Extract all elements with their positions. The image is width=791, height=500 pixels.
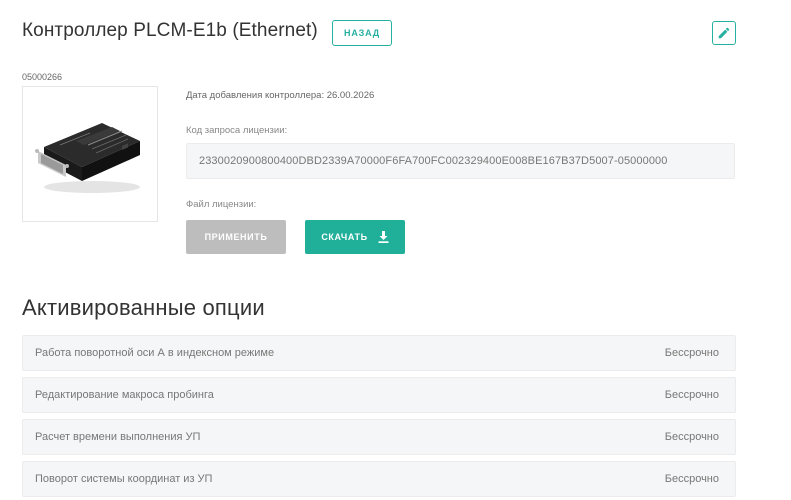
date-added: Дата добавления контроллера: 26.00.2026 bbox=[186, 90, 375, 101]
device-serial: 05000266 bbox=[22, 72, 63, 82]
option-status: Бессрочно bbox=[664, 473, 719, 485]
license-request-label: Код запроса лицензии: bbox=[186, 125, 288, 136]
list-item: Расчет времени выполнения УП Бессрочно bbox=[22, 419, 736, 455]
option-name: Расчет времени выполнения УП bbox=[35, 431, 201, 443]
pencil-icon bbox=[718, 27, 730, 39]
license-request-field[interactable]: 2330020900800400DBD2339A70000F6FA700FC00… bbox=[186, 143, 735, 179]
list-item: Поворот системы координат из УП Бессрочн… bbox=[22, 461, 736, 497]
option-name: Работа поворотной оси А в индексном режи… bbox=[35, 347, 275, 359]
page-title: Контроллер PLCM-E1b (Ethernet) bbox=[22, 20, 318, 41]
option-status: Бессрочно bbox=[664, 431, 719, 443]
options-title: Активированные опции bbox=[22, 295, 265, 320]
controller-device-image bbox=[35, 123, 140, 193]
list-item: Редактирование макроса пробинга Бессрочн… bbox=[22, 377, 736, 413]
option-status: Бессрочно bbox=[664, 347, 719, 359]
edit-button[interactable] bbox=[712, 21, 736, 45]
download-button-label: СКАЧАТЬ bbox=[321, 232, 368, 242]
back-button[interactable]: НАЗАД bbox=[332, 20, 392, 46]
product-image bbox=[22, 86, 158, 222]
option-status: Бессрочно bbox=[664, 389, 719, 401]
option-name: Поворот системы координат из УП bbox=[35, 473, 213, 485]
license-file-label: Файл лицензии: bbox=[186, 199, 257, 210]
download-icon bbox=[378, 231, 389, 243]
option-name: Редактирование макроса пробинга bbox=[35, 389, 214, 401]
list-item: Работа поворотной оси А в индексном режи… bbox=[22, 335, 736, 371]
apply-button[interactable]: ПРИМЕНИТЬ bbox=[186, 220, 286, 254]
options-list: Работа поворотной оси А в индексном режи… bbox=[22, 335, 736, 500]
download-button[interactable]: СКАЧАТЬ bbox=[305, 220, 405, 254]
